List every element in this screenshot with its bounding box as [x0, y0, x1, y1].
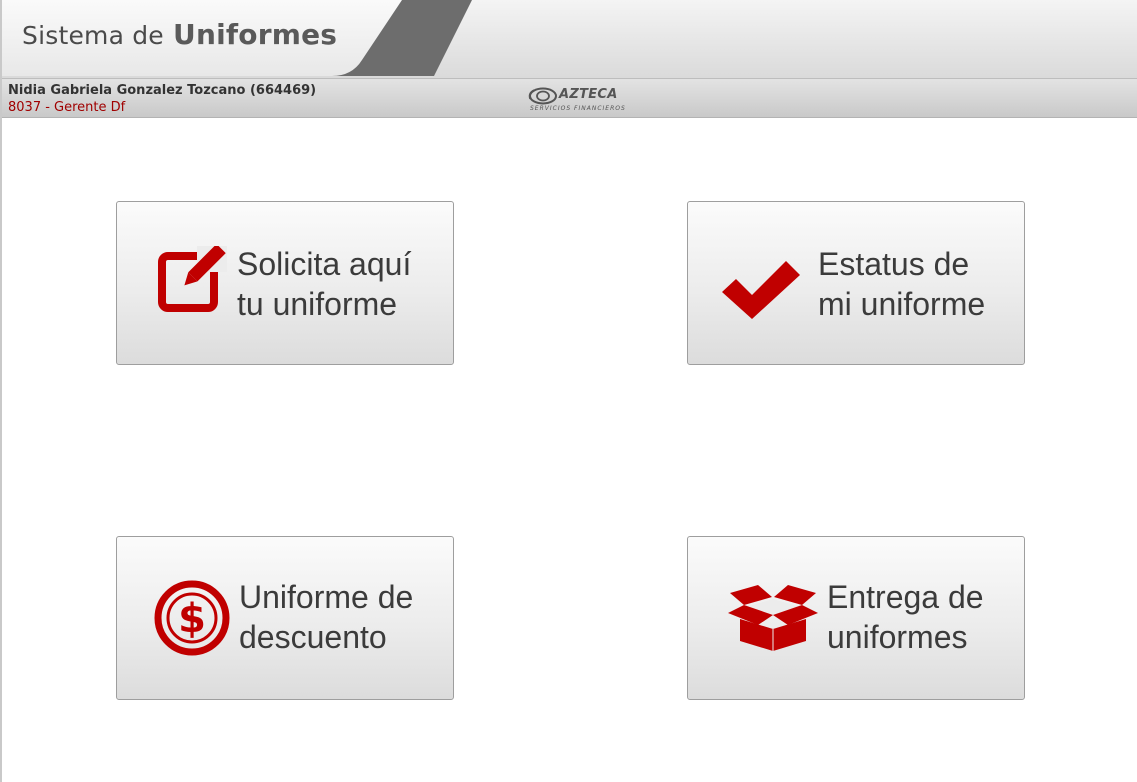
- user-info-bar: Nidia Gabriela Gonzalez Tozcano (664469)…: [2, 78, 1137, 118]
- brand-logo: AZTECA SERVICIOS FINANCIEROS: [526, 87, 626, 113]
- user-role: 8037 - Gerente Df: [8, 100, 126, 115]
- request-uniform-label-line1: Solicita aquí: [237, 246, 412, 282]
- dollar-icon: $: [154, 580, 230, 656]
- uniform-delivery-label: Entrega de uniformes: [827, 577, 984, 657]
- app-header: Sistema de Uniformes: [2, 0, 1137, 78]
- user-name: Nidia Gabriela Gonzalez Tozcano (664469): [8, 83, 317, 98]
- uniform-status-label-line1: Estatus de: [818, 246, 970, 282]
- discount-uniform-label-line2: descuento: [239, 619, 387, 655]
- uniform-status-button[interactable]: Estatus de mi uniforme: [687, 201, 1025, 365]
- discount-uniform-label-line1: Uniforme de: [239, 579, 414, 615]
- discount-uniform-button[interactable]: $ Uniforme de descuento: [116, 536, 454, 700]
- open-box-icon: [728, 585, 818, 651]
- request-uniform-button[interactable]: Solicita aquí tu uniforme: [116, 201, 454, 365]
- azteca-logo-icon: [528, 87, 557, 105]
- uniform-status-label-line2: mi uniforme: [818, 286, 986, 322]
- svg-text:$: $: [178, 596, 206, 642]
- discount-uniform-label: Uniforme de descuento: [239, 577, 413, 657]
- checkmark-icon: [722, 261, 800, 319]
- page-title-prefix: Sistema de: [22, 21, 164, 50]
- request-uniform-label: Solicita aquí tu uniforme: [237, 244, 411, 324]
- uniform-status-label: Estatus de mi uniforme: [818, 244, 985, 324]
- edit-icon: [158, 246, 227, 312]
- brand-name: AZTECA: [559, 87, 618, 102]
- request-uniform-label-line2: tu uniforme: [237, 286, 398, 322]
- uniform-delivery-label-line1: Entrega de: [827, 579, 984, 615]
- page-title: Sistema de Uniformes: [22, 18, 337, 51]
- brand-subtitle: SERVICIOS FINANCIEROS: [530, 105, 626, 112]
- uniform-delivery-label-line2: uniformes: [827, 619, 968, 655]
- uniform-delivery-button[interactable]: Entrega de uniformes: [687, 536, 1025, 700]
- page-title-main: Uniformes: [173, 18, 338, 51]
